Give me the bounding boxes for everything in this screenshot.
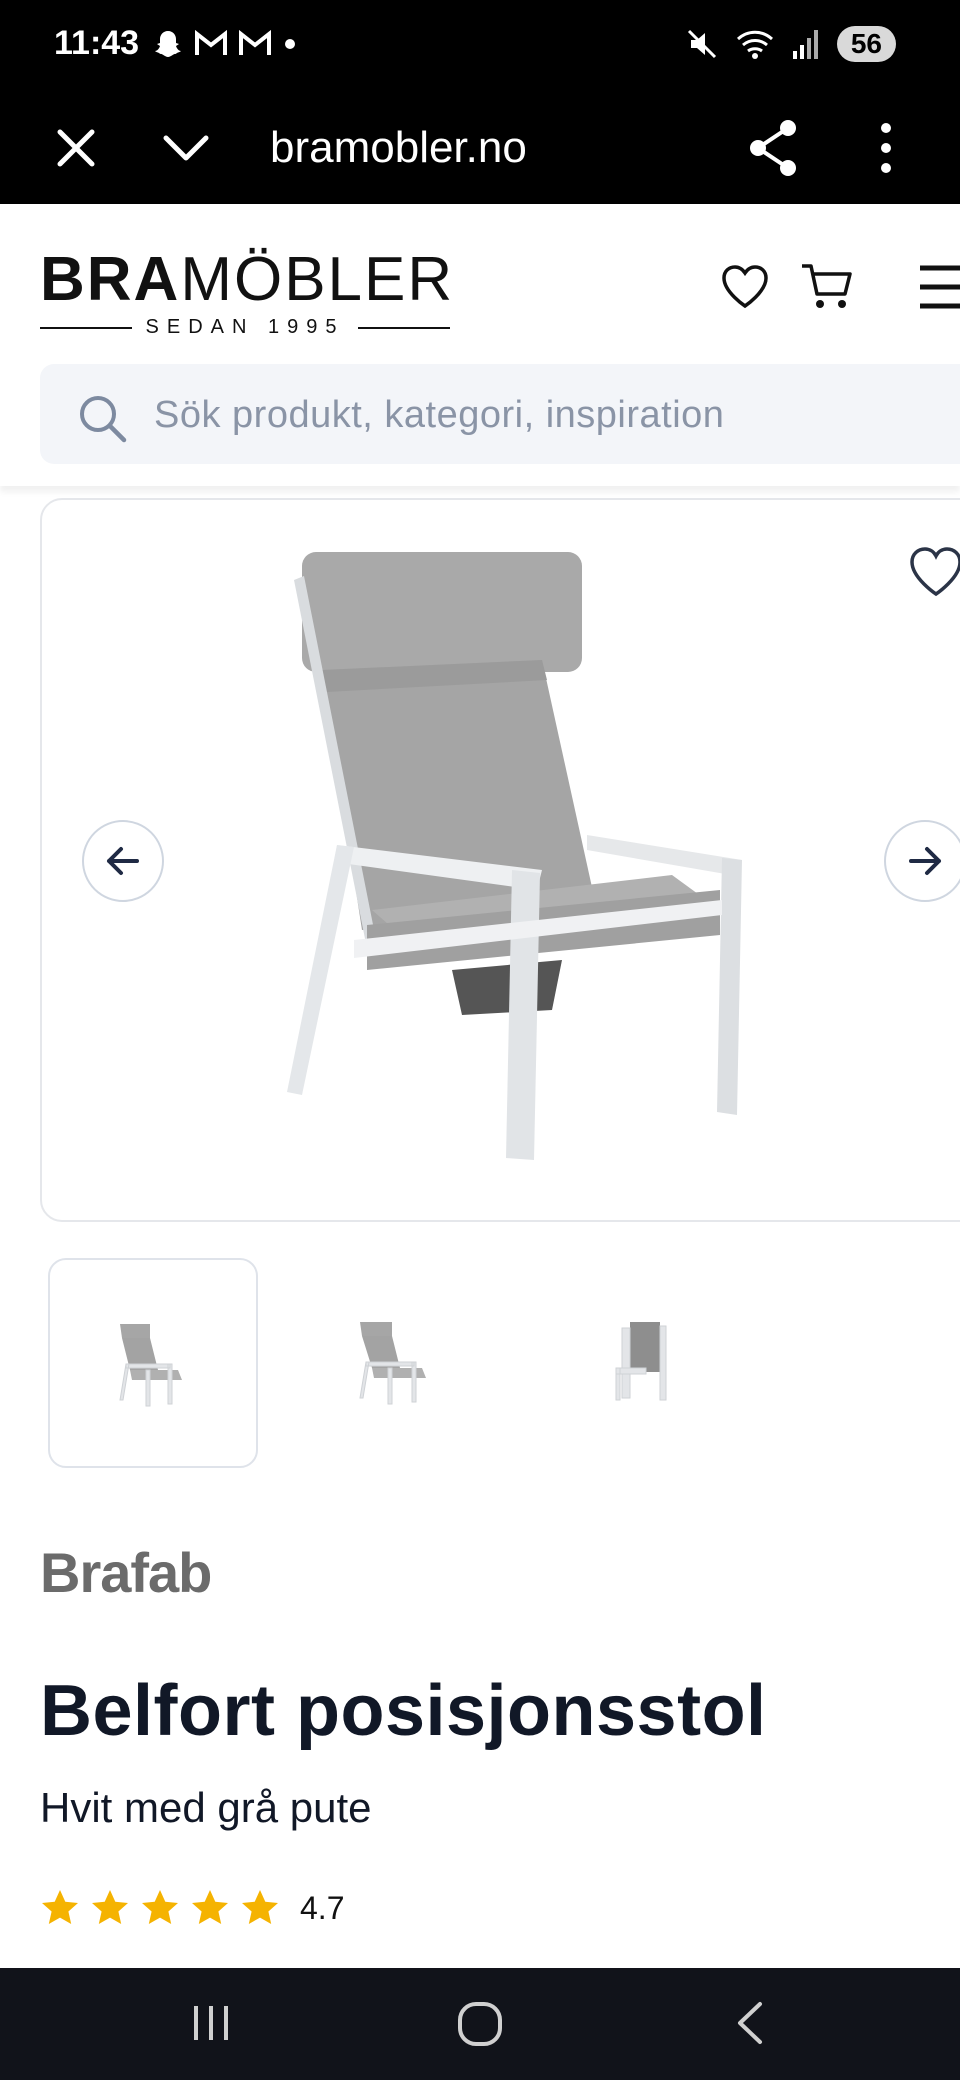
product-title: Belfort posisjonsstol (40, 1671, 767, 1751)
thumbnail-image (119, 1324, 182, 1407)
cart-icon[interactable] (800, 258, 854, 314)
gmail-icon (195, 30, 227, 55)
favorite-icon[interactable] (908, 544, 960, 600)
wifi-icon (736, 30, 773, 59)
product-subtitle: Hvit med grå pute (40, 1784, 372, 1831)
logo-bold: BRA (40, 245, 181, 314)
thumbnail-2[interactable] (292, 1258, 502, 1468)
recent-apps-icon[interactable] (186, 1998, 236, 2048)
thumbnail-1[interactable] (48, 1258, 258, 1468)
home-icon[interactable] (454, 1996, 506, 2052)
star-icon (142, 1890, 178, 1924)
share-icon[interactable] (746, 116, 802, 180)
arrow-left-icon (107, 847, 139, 875)
star-icon (242, 1890, 278, 1924)
site-header: BRAMÖBLER SEDAN 1995 Sök produkt, katego… (0, 204, 960, 486)
product-rating[interactable]: 4.7 (40, 1888, 344, 1928)
battery-indicator: 56 (836, 26, 896, 62)
mute-icon (687, 29, 716, 59)
gallery-prev-button[interactable] (82, 820, 164, 902)
thumbnail-image (615, 1322, 667, 1401)
dot-icon (285, 39, 295, 49)
more-vert-icon[interactable] (868, 116, 904, 180)
logo-light: MÖBLER (180, 245, 455, 314)
thumbnail-image (359, 1322, 426, 1405)
rating-value: 4.7 (300, 1889, 345, 1926)
chevron-down-icon[interactable] (158, 118, 214, 178)
logo-divider (358, 326, 450, 329)
system-icons: 56 (685, 26, 896, 62)
status-time: 11:43 (54, 24, 140, 62)
search-icon (80, 396, 127, 443)
thumbnail-strip (48, 1258, 948, 1468)
search-input[interactable]: Sök produkt, kategori, inspiration (40, 364, 960, 464)
search-placeholder: Sök produkt, kategori, inspiration (154, 394, 725, 436)
product-gallery (40, 498, 960, 1222)
site-logo[interactable]: BRAMÖBLER SEDAN 1995 (40, 245, 452, 339)
back-icon[interactable] (726, 1998, 776, 2048)
logo-tagline: SEDAN 1995 (145, 316, 345, 338)
star-icon (192, 1890, 228, 1924)
snapchat-icon (155, 31, 181, 57)
notification-icons (152, 28, 298, 60)
product-image[interactable] (242, 540, 842, 1180)
gmail-icon (239, 30, 271, 55)
browser-toolbar: bramobler.no (0, 92, 960, 204)
status-bar: 11:43 56 (0, 0, 960, 92)
brand-logo[interactable]: Brafab (40, 1540, 212, 1605)
signal-icon (792, 30, 818, 59)
hamburger-icon[interactable] (918, 262, 960, 312)
arrow-right-icon (909, 847, 941, 875)
thumbnail-3[interactable] (536, 1258, 746, 1468)
close-icon[interactable] (52, 118, 100, 178)
star-icon (42, 1890, 78, 1924)
gallery-next-button[interactable] (884, 820, 960, 902)
url-bar[interactable]: bramobler.no (270, 112, 527, 184)
android-nav-bar (0, 1968, 960, 2080)
logo-divider (40, 326, 132, 329)
star-icon (92, 1890, 128, 1924)
heart-icon[interactable] (720, 262, 770, 312)
